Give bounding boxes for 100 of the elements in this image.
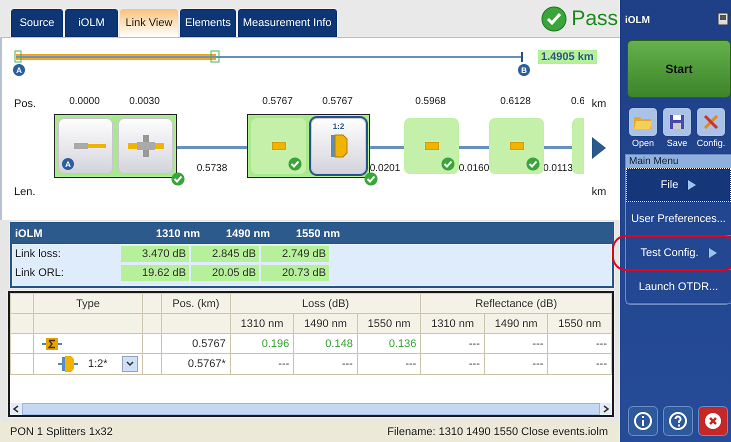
position-value: 0.5968 bbox=[414, 96, 447, 109]
position-value: 0.5767 bbox=[321, 96, 354, 109]
help-icon bbox=[669, 412, 687, 430]
menu-item[interactable]: Test Config. bbox=[626, 236, 731, 270]
table-cell: 0.136 bbox=[357, 334, 421, 354]
table-cell: 2.749 dB bbox=[261, 246, 329, 262]
length-label: Len. bbox=[14, 186, 36, 198]
marker-badge: A bbox=[13, 64, 25, 76]
horizontal-scrollbar[interactable] bbox=[10, 403, 612, 415]
table-cell: --- bbox=[484, 354, 548, 374]
table-row[interactable]: 0.5767 0.196 0.148 0.136 --- --- --- bbox=[10, 334, 612, 354]
position-value: 0.6128 bbox=[499, 96, 532, 109]
column-header: Pos. (km) bbox=[162, 294, 230, 314]
length-value: 0.0160 bbox=[458, 163, 490, 174]
unit-label: km bbox=[592, 186, 606, 198]
unit-label: km bbox=[592, 98, 606, 110]
menu-title: Main Menu bbox=[626, 155, 731, 168]
table-cell: 0.5767 bbox=[162, 334, 230, 354]
tab[interactable]: Link View bbox=[120, 9, 178, 37]
menu-item[interactable]: File bbox=[626, 168, 731, 202]
dropdown-button[interactable] bbox=[122, 356, 138, 372]
table-row[interactable]: 1:2* 0.5767* --- --- --- --- --- --- bbox=[10, 354, 612, 374]
column-header: 1490 nm bbox=[224, 228, 272, 240]
column-header: 1550 nm bbox=[294, 228, 342, 240]
table-header: iOLM bbox=[14, 228, 44, 240]
column-header: 1310 nm bbox=[420, 314, 484, 334]
menu-item[interactable]: Launch OTDR... bbox=[626, 270, 731, 304]
table-cell: 2.845 dB bbox=[191, 246, 259, 262]
info-icon bbox=[634, 412, 652, 430]
table-cell: 3.470 dB bbox=[121, 246, 189, 262]
sum-icon bbox=[42, 336, 62, 350]
folder-icon bbox=[633, 114, 653, 130]
table-cell: 0.196 bbox=[230, 334, 294, 354]
tab[interactable]: Measurement Info bbox=[238, 9, 337, 37]
column-header: 1310 nm bbox=[154, 228, 202, 240]
length-value: 0.5738 bbox=[196, 163, 228, 174]
tab[interactable]: Elements bbox=[180, 9, 236, 37]
panel-title: iOLM bbox=[625, 14, 650, 26]
column-header: 1550 nm bbox=[548, 314, 612, 334]
file-name: Filename: 1310 1490 1550 Close events.iolm bbox=[387, 426, 608, 438]
close-icon bbox=[704, 412, 722, 430]
panel-button[interactable] bbox=[663, 406, 693, 436]
table-cell: --- bbox=[548, 354, 612, 374]
panel-button[interactable] bbox=[628, 406, 658, 436]
element-tile[interactable]: A bbox=[58, 118, 113, 174]
table-cell: 0.5767* bbox=[162, 354, 230, 374]
element-group-frame[interactable]: 1:2 bbox=[247, 114, 370, 178]
submenu-arrow-icon bbox=[708, 248, 717, 258]
marker-badge: B bbox=[518, 64, 530, 76]
length-value: 0.0201 bbox=[370, 163, 400, 174]
table-cell: --- bbox=[420, 354, 484, 374]
start-button[interactable]: Start bbox=[627, 40, 731, 98]
device-icon bbox=[717, 12, 729, 28]
position-value: 0.6 bbox=[571, 96, 584, 109]
row-label: Link loss: bbox=[14, 248, 62, 260]
menu-item[interactable]: User Preferences... bbox=[626, 202, 731, 236]
position-value: 0.0030 bbox=[128, 96, 161, 109]
tools-icon bbox=[702, 113, 720, 131]
splice-icon bbox=[126, 134, 166, 158]
marker-badge: A bbox=[62, 158, 74, 170]
tab[interactable]: iOLM bbox=[65, 9, 118, 37]
chevron-down-icon bbox=[126, 361, 134, 367]
submenu-arrow-icon bbox=[688, 180, 696, 190]
table-cell: 19.62 dB bbox=[121, 264, 189, 280]
splitter-icon bbox=[58, 354, 78, 374]
table-cell: --- bbox=[548, 334, 612, 354]
element-type: 1:2* bbox=[88, 358, 108, 370]
table-cell: 20.05 dB bbox=[191, 264, 259, 280]
table-cell: --- bbox=[357, 354, 421, 374]
column-header: Loss (dB) bbox=[230, 294, 421, 314]
tab[interactable]: Source bbox=[11, 9, 63, 37]
element-tile[interactable]: 1:2 bbox=[311, 118, 366, 174]
table-cell: 20.73 dB bbox=[261, 264, 329, 280]
table-cell: --- bbox=[484, 334, 548, 354]
status-text: PON 1 Splitters 1x32 bbox=[10, 426, 113, 438]
panel-button[interactable] bbox=[698, 406, 728, 436]
table-cell: --- bbox=[420, 334, 484, 354]
column-header: Reflectance (dB) bbox=[420, 294, 612, 314]
column-header: 1550 nm bbox=[357, 314, 421, 334]
table-cell: --- bbox=[294, 354, 358, 374]
verdict-label: Pass bbox=[571, 6, 618, 30]
ratio-label: 1:2 bbox=[332, 122, 346, 131]
column-header: Type bbox=[34, 294, 142, 314]
link-length: 1.4905 km bbox=[538, 50, 597, 64]
element-group-frame[interactable]: A bbox=[54, 114, 177, 178]
table-cell: --- bbox=[230, 354, 294, 374]
position-label: Pos. bbox=[14, 98, 38, 110]
next-arrow-icon[interactable] bbox=[592, 137, 606, 159]
connector-icon bbox=[272, 142, 286, 150]
column-header: 1490 nm bbox=[294, 314, 358, 334]
check-icon bbox=[288, 157, 302, 171]
element-tile[interactable] bbox=[251, 118, 306, 174]
column-header: 1310 nm bbox=[230, 314, 294, 334]
length-value: 0.0113 bbox=[543, 163, 573, 174]
element-tile[interactable] bbox=[118, 118, 173, 174]
table-cell: 0.148 bbox=[294, 334, 358, 354]
position-value: 0.0000 bbox=[68, 96, 101, 109]
column-header: 1490 nm bbox=[484, 314, 548, 334]
position-value: 0.5767 bbox=[261, 96, 294, 109]
row-label: Link ORL: bbox=[14, 266, 65, 278]
